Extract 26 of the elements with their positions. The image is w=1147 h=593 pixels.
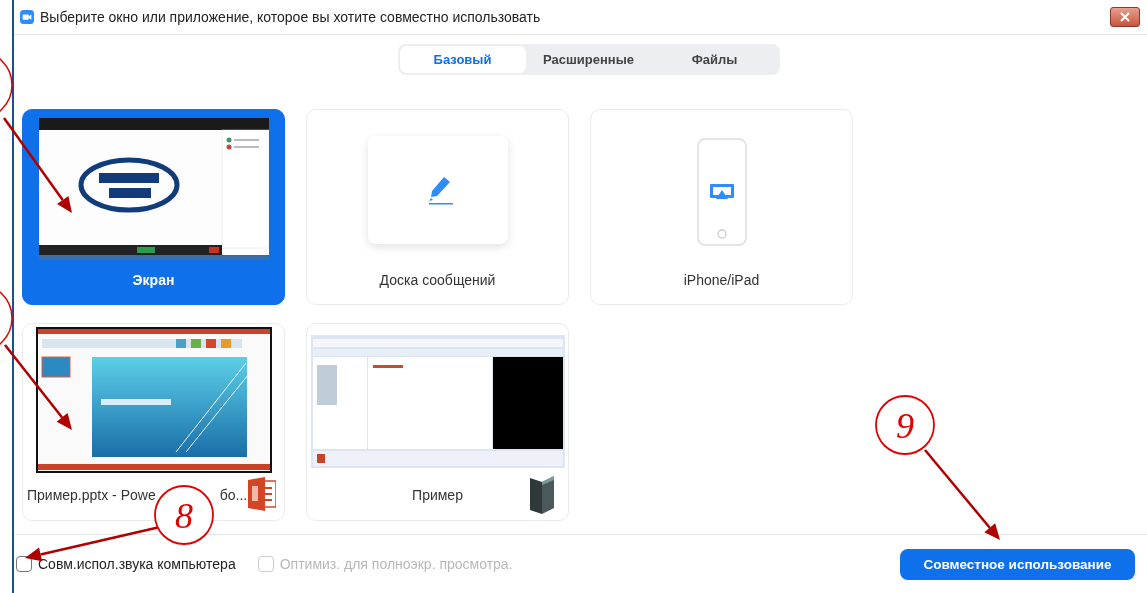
app-icon [20, 10, 34, 24]
source-label: Пример.pptx - Powe [27, 487, 156, 503]
source-label: Пример [412, 487, 463, 503]
source-label: iPhone/iPad [683, 272, 760, 288]
checkbox-label: Совм.испол.звука компьютера [38, 556, 236, 572]
tab[interactable]: Файлы [651, 46, 778, 73]
annotation-number: 9 [896, 406, 914, 446]
window-icon [528, 474, 556, 514]
share-option-card[interactable]: iPhone/iPad [590, 109, 853, 305]
annotation-circle [875, 395, 935, 455]
phone-icon [696, 138, 747, 246]
source-label: Доска сообщений [379, 272, 496, 288]
tab[interactable]: Расширенные [525, 46, 652, 73]
share-option-card[interactable]: Экран [22, 109, 285, 305]
share-option-card[interactable]: Доска сообщений [306, 109, 569, 305]
source-label: бо... [219, 487, 248, 503]
close-icon [1120, 12, 1130, 22]
share-button[interactable]: Совместное использование [900, 548, 1135, 580]
tab[interactable]: Базовый [399, 46, 526, 73]
annotation-circle [154, 485, 214, 545]
share-option-card[interactable]: Пример [306, 323, 569, 521]
presentation-icon [248, 477, 276, 511]
close-button[interactable] [1110, 7, 1140, 27]
source-label: Экран [132, 272, 175, 288]
checkbox-label: Оптимиз. для полноэкр. просмотра. [279, 556, 513, 572]
window-title: Выберите окно или приложение, которое вы хотите совместно использовать [40, 9, 541, 25]
